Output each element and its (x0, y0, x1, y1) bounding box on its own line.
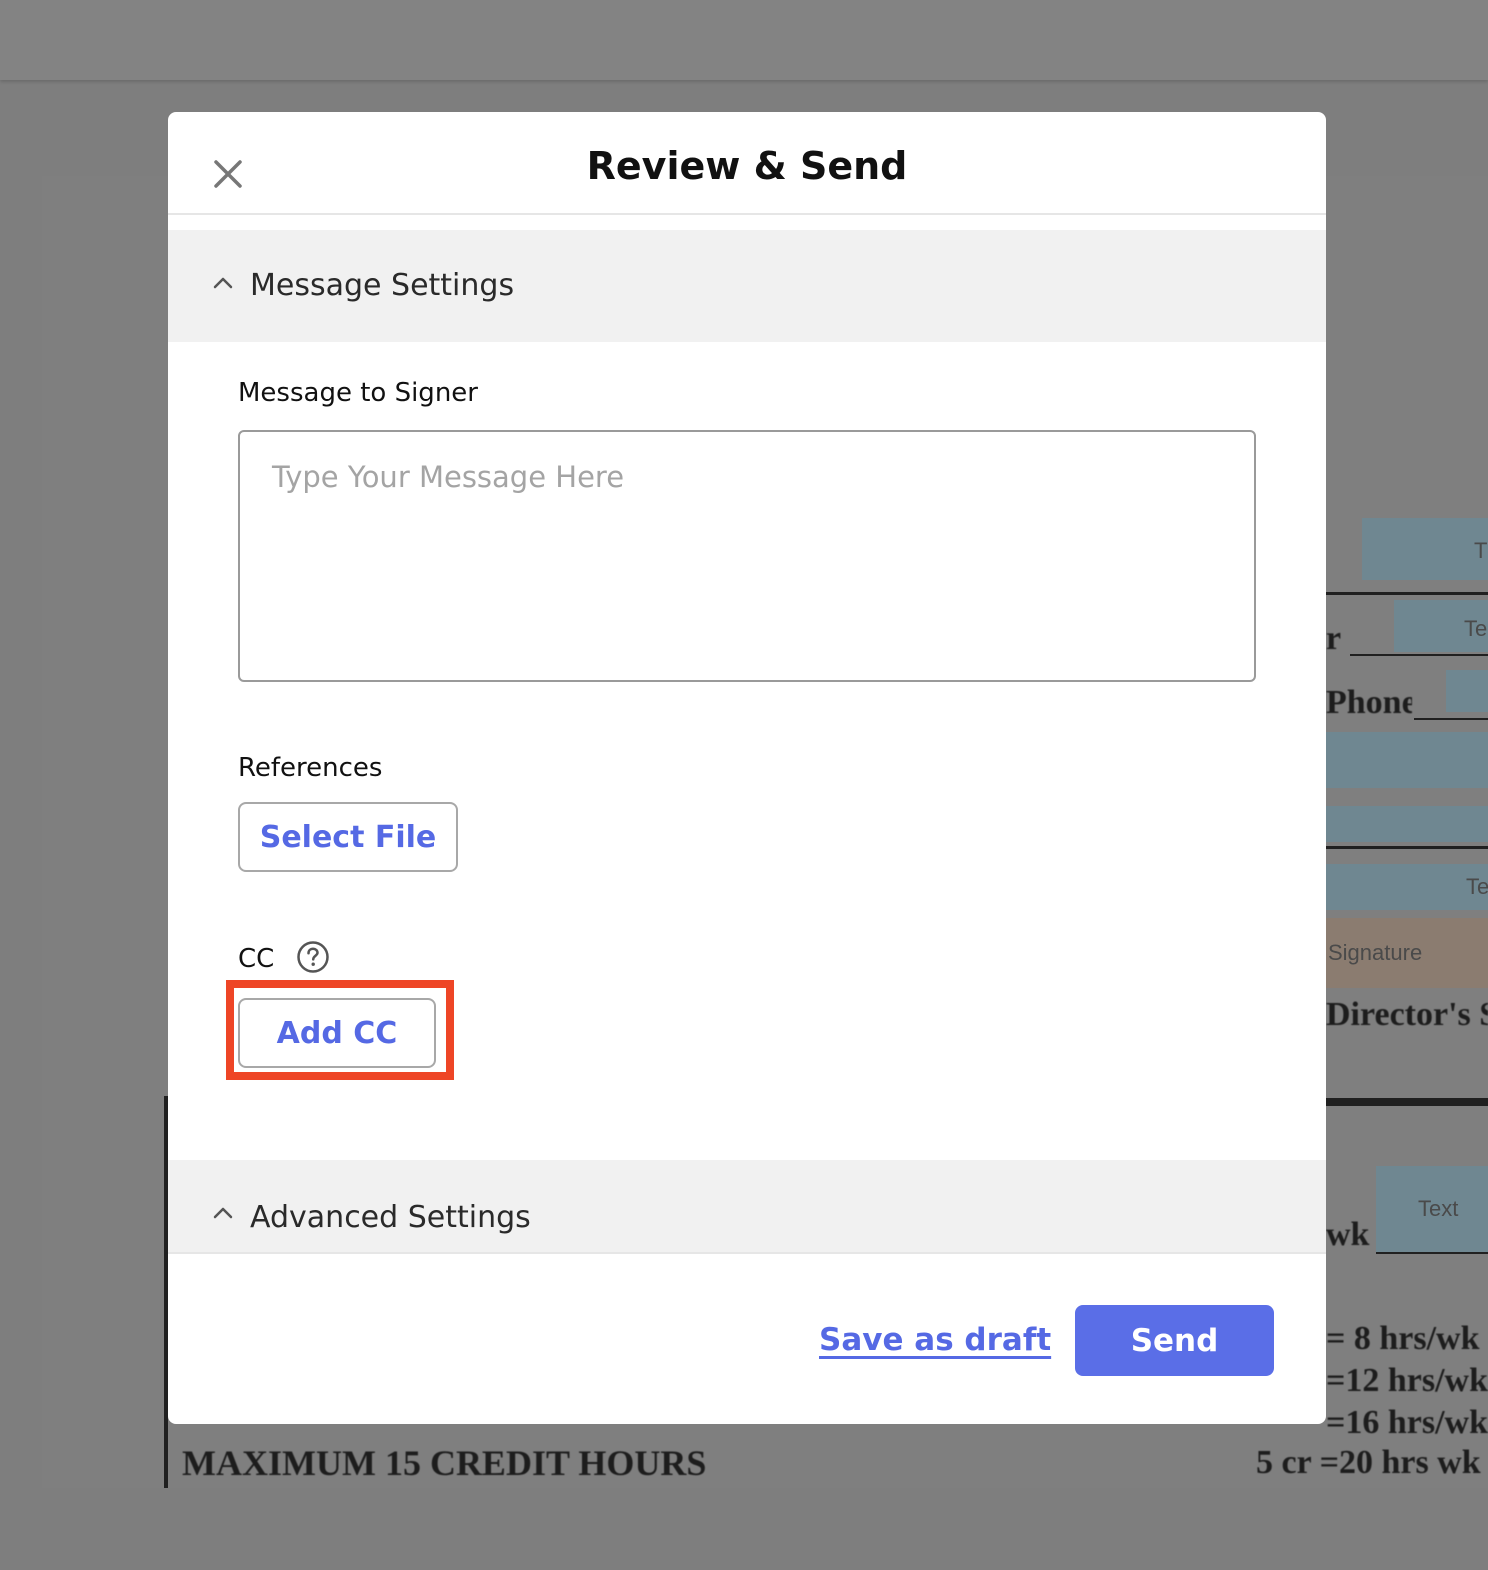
advanced-settings-title: Advanced Settings (250, 1200, 531, 1235)
save-as-draft-link[interactable]: Save as draft (819, 1322, 1051, 1358)
message-textarea[interactable] (238, 430, 1256, 682)
doc-rule (1326, 846, 1488, 849)
doc-text: Phone (1326, 684, 1412, 721)
doc-text-field: T (1362, 518, 1488, 580)
doc-text: r (1326, 620, 1342, 657)
doc-field-label: Signature (1328, 940, 1423, 965)
doc-text: wk (1326, 1216, 1370, 1253)
help-icon[interactable] (296, 940, 330, 974)
doc-text-field (1326, 806, 1488, 842)
doc-signature-field: Signature (1326, 918, 1488, 988)
modal-title: Review & Send (586, 144, 908, 188)
message-settings-toggle[interactable]: Message Settings (168, 230, 1326, 342)
doc-rule (1326, 592, 1488, 595)
advanced-settings-toggle[interactable]: Advanced Settings (168, 1160, 1326, 1254)
doc-text: Director's S (1326, 996, 1488, 1033)
doc-rule (1376, 1252, 1488, 1254)
message-settings-title: Message Settings (250, 268, 515, 303)
doc-rule (1414, 718, 1488, 720)
doc-field-label: T (1474, 538, 1488, 563)
message-to-signer-label: Message to Signer (238, 378, 478, 408)
doc-rule (1326, 1098, 1488, 1106)
doc-text: =16 hrs/wk (1326, 1404, 1488, 1441)
cc-label: CC (238, 944, 275, 974)
doc-text-field (1446, 670, 1488, 712)
doc-text: = 8 hrs/wk (1326, 1320, 1480, 1357)
doc-text-field: Te (1394, 600, 1488, 652)
app-top-bar (0, 0, 1488, 80)
add-cc-button[interactable]: Add CC (238, 998, 436, 1068)
chevron-up-icon (213, 277, 233, 289)
doc-text-field: Text (1376, 1166, 1488, 1252)
send-button[interactable]: Send (1075, 1305, 1274, 1376)
doc-text-field (1326, 732, 1488, 788)
doc-text: =12 hrs/wk (1326, 1362, 1488, 1399)
modal-header: Review & Send (168, 112, 1326, 215)
doc-text: MAXIMUM 15 CREDIT HOURS (182, 1443, 707, 1483)
select-file-button[interactable]: Select File (238, 802, 458, 872)
doc-text-field: Te (1326, 864, 1488, 910)
review-send-modal: Review & Send Message Settings Message t… (168, 112, 1326, 1424)
doc-rule (1350, 654, 1488, 656)
doc-field-label: Te (1464, 616, 1488, 641)
chevron-up-icon (213, 1207, 233, 1219)
doc-text: 5 cr =20 hrs wk (1256, 1444, 1481, 1481)
references-label: References (238, 753, 383, 783)
doc-field-label: Te (1466, 874, 1488, 899)
doc-field-label: Text (1418, 1196, 1459, 1221)
